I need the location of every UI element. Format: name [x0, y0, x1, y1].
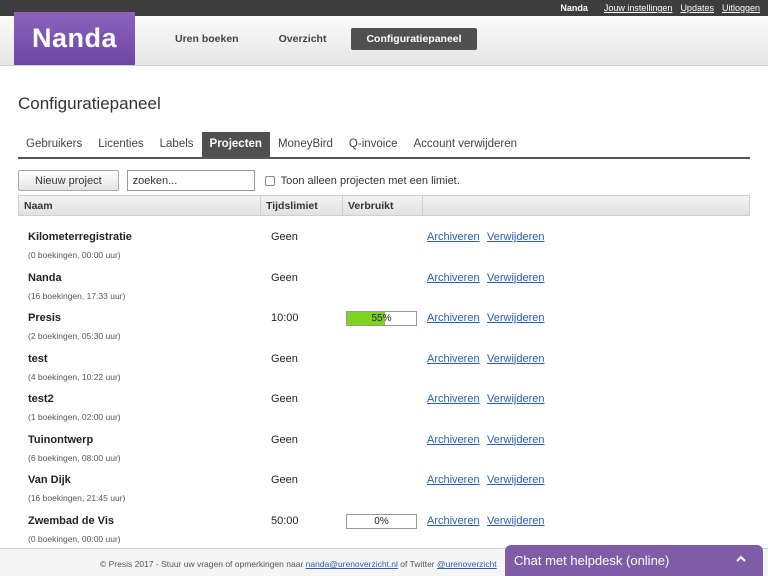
footer-twitter-prefix: of Twitter [397, 559, 437, 569]
table-body: Kilometerregistratie (0 boekingen, 00:00 … [18, 224, 750, 548]
limit-filter-checkbox[interactable] [264, 175, 275, 186]
project-name: Tuinontwerp [28, 433, 94, 446]
archive-link[interactable]: Archiveren [427, 231, 480, 243]
page-title: Configuratiepaneel [18, 94, 161, 113]
footer-twitter-link[interactable]: @urenoverzicht [437, 559, 497, 569]
chat-label: Chat met helpdesk (online) [514, 553, 670, 568]
usage-percentage: 55% [371, 313, 392, 324]
current-user: Nanda [560, 3, 588, 13]
limit-filter-label: Toon alleen projecten met een limiet. [280, 174, 460, 187]
archive-link[interactable]: Archiveren [427, 312, 480, 324]
usage-progress-bar: 0% [346, 513, 417, 529]
usage-percentage: 0% [374, 515, 389, 527]
footer-text: © Presis 2017 - Stuur uw vragen of opmer… [100, 559, 497, 569]
project-bookings: (1 boekingen, 02:00 uur) [28, 412, 121, 422]
logo[interactable]: Nanda [14, 12, 135, 65]
project-name: Nanda [28, 271, 62, 284]
tab-labels[interactable]: Labels [152, 132, 202, 157]
project-bookings: (6 boekingen, 08:00 uur) [28, 452, 121, 463]
archive-link[interactable]: Archiveren [427, 474, 480, 486]
table-row: Zwembad de Vis (0 boekingen, 00:00 uur) 50… [18, 508, 750, 549]
nav-hours[interactable]: Uren boeken [160, 28, 254, 50]
table-row: test (4 boekingen, 10:22 uur) Geen Archiver… [18, 346, 750, 387]
main-nav: Uren boeken Overzicht Configuratiepaneel [160, 28, 487, 50]
project-bookings: (0 boekingen, 00:00 uur) [28, 250, 121, 260]
toolbar: Nieuw project Toon alleen projecten met … [18, 170, 460, 191]
project-time-limit: Geen [271, 271, 298, 284]
project-name: Zwembad de Vis [28, 514, 114, 527]
project-time-limit: Geen [271, 433, 298, 446]
archive-link[interactable]: Archiveren [427, 393, 480, 405]
link-logout[interactable]: Uitloggen [722, 3, 760, 13]
header-used[interactable]: Verbruikt [343, 196, 423, 215]
project-bookings: (4 boekingen, 10:22 uur) [28, 371, 121, 382]
link-user-settings[interactable]: Jouw instellingen [604, 3, 673, 13]
project-name: test2 [28, 393, 54, 405]
project-time-limit: Geen [271, 352, 298, 365]
table-row: Kilometerregistratie (0 boekingen, 00:00 … [18, 224, 750, 265]
project-time-limit: 10:00 [271, 312, 299, 324]
limit-filter: Toon alleen projecten met een limiet. [264, 174, 460, 187]
delete-link[interactable]: Verwijderen [487, 515, 544, 527]
tab-bar: Gebruikers Licenties Labels Projecten Mo… [18, 130, 750, 159]
footer-email-link[interactable]: nanda@urenoverzicht.nl [306, 559, 398, 569]
chevron-up-icon[interactable] [735, 553, 747, 565]
table-row: test2 (1 boekingen, 02:00 uur) Geen Archive… [18, 386, 750, 427]
table-row: Tuinontwerp (6 boekingen, 08:00 uur) Geen A… [18, 427, 750, 468]
project-bookings: (16 boekingen, 21:45 uur) [28, 493, 126, 503]
tab-projects[interactable]: Projecten [201, 132, 270, 157]
header-actions [423, 196, 749, 215]
footer-copyright: © Presis 2017 - Stuur uw vragen of opmer… [100, 559, 306, 569]
delete-link[interactable]: Verwijderen [487, 474, 544, 486]
tab-qinvoice[interactable]: Q-invoice [341, 132, 406, 157]
nav-overview[interactable]: Overzicht [264, 28, 342, 50]
archive-link[interactable]: Archiveren [427, 353, 480, 365]
table-row: Nanda (16 boekingen, 17:33 uur) Geen Archiv… [18, 265, 750, 306]
usage-progress-bar: 55% [346, 311, 417, 326]
project-name: Presis [28, 312, 62, 324]
tab-users[interactable]: Gebruikers [18, 132, 90, 157]
chat-widget[interactable]: Chat met helpdesk (online) [505, 545, 763, 576]
project-bookings: (0 boekingen, 00:00 uur) [28, 533, 121, 544]
project-bookings: (16 boekingen, 17:33 uur) [28, 290, 126, 301]
header-limit[interactable]: Tijdslimiet [261, 196, 343, 215]
search-input[interactable] [126, 170, 255, 191]
tab-delete-account[interactable]: Account verwijderen [406, 132, 526, 157]
header: Nanda Uren boeken Overzicht Configuratie… [0, 12, 768, 66]
delete-link[interactable]: Verwijderen [487, 434, 544, 446]
archive-link[interactable]: Archiveren [427, 434, 480, 446]
table-header: Naam Tijdslimiet Verbruikt [18, 195, 750, 216]
project-name: Van Dijk [28, 474, 71, 486]
link-updates[interactable]: Updates [680, 3, 714, 13]
delete-link[interactable]: Verwijderen [487, 231, 544, 243]
nav-config[interactable]: Configuratiepaneel [351, 28, 477, 50]
new-project-button[interactable]: Nieuw project [18, 170, 119, 191]
delete-link[interactable]: Verwijderen [487, 393, 544, 405]
table-row: Presis (2 boekingen, 05:30 uur) 10:00 55% Ar… [18, 305, 750, 346]
project-time-limit: Geen [271, 393, 298, 405]
delete-link[interactable]: Verwijderen [487, 272, 544, 284]
delete-link[interactable]: Verwijderen [487, 353, 544, 365]
delete-link[interactable]: Verwijderen [487, 312, 544, 324]
project-time-limit: Geen [271, 474, 298, 486]
archive-link[interactable]: Archiveren [427, 515, 480, 527]
project-time-limit: 50:00 [271, 514, 299, 527]
archive-link[interactable]: Archiveren [427, 272, 480, 284]
header-name[interactable]: Naam [19, 196, 261, 215]
tab-moneybird[interactable]: MoneyBird [270, 132, 341, 157]
project-name: test [28, 352, 48, 365]
tab-licenses[interactable]: Licenties [90, 132, 151, 157]
projects-table: Naam Tijdslimiet Verbruikt Kilometerregi… [18, 195, 750, 548]
project-bookings: (2 boekingen, 05:30 uur) [28, 331, 121, 341]
table-row: Van Dijk (16 boekingen, 21:45 uur) Geen Arc… [18, 467, 750, 508]
project-time-limit: Geen [271, 231, 298, 243]
project-name: Kilometerregistratie [28, 231, 132, 243]
